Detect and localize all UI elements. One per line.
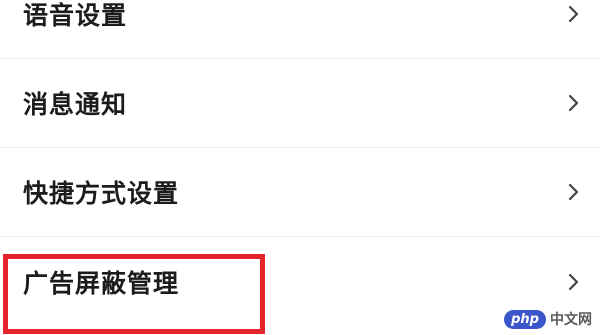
settings-row-label: 消息通知 xyxy=(23,90,128,119)
settings-row-shortcuts[interactable]: 快捷方式设置 xyxy=(0,148,600,237)
chevron-right-icon xyxy=(566,273,580,291)
highlight-box xyxy=(3,254,265,334)
watermark: php 中文网 xyxy=(504,309,592,329)
chevron-right-icon xyxy=(566,5,580,23)
watermark-text: 中文网 xyxy=(550,312,592,328)
chevron-right-icon xyxy=(566,94,580,112)
settings-row-label: 语音设置 xyxy=(23,1,128,30)
watermark-badge: php xyxy=(504,309,546,329)
settings-row-notifications[interactable]: 消息通知 xyxy=(0,59,600,148)
settings-row-voice[interactable]: 语音设置 xyxy=(0,0,600,59)
settings-row-label: 快捷方式设置 xyxy=(23,179,180,208)
chevron-right-icon xyxy=(566,183,580,201)
